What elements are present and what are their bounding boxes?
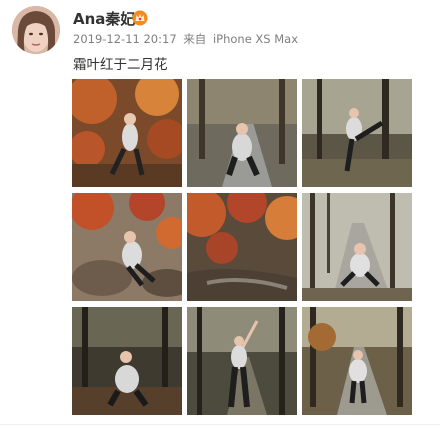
post-meta: 2019-12-11 20:17 来自 iPhone XS Max [73,31,301,47]
weibo-post: Ana秦妃 2019-12-11 20:17 来自 iPhone XS Max … [0,0,440,434]
photo-thumb-7[interactable] [72,307,182,415]
photo-thumb-3[interactable] [302,79,412,187]
source-device[interactable]: iPhone XS Max [213,32,298,46]
post-divider [0,424,440,425]
source-prefix: 来自 [183,32,207,46]
avatar-image [12,6,60,54]
photo-grid [72,79,412,415]
post-timestamp[interactable]: 2019-12-11 20:17 [73,32,177,46]
photo-thumb-4[interactable] [72,193,182,301]
photo-thumb-2[interactable] [187,79,297,187]
username[interactable]: Ana秦妃 [73,8,135,29]
photo-thumb-1[interactable] [72,79,182,187]
photo-thumb-8[interactable] [187,307,297,415]
avatar[interactable] [12,6,60,54]
photo-thumb-5[interactable] [187,193,297,301]
photo-thumb-9[interactable] [302,307,412,415]
vip-crown-icon[interactable] [132,10,148,26]
post-text: 霜叶红于二月花 [73,57,168,73]
photo-thumb-6[interactable] [302,193,412,301]
